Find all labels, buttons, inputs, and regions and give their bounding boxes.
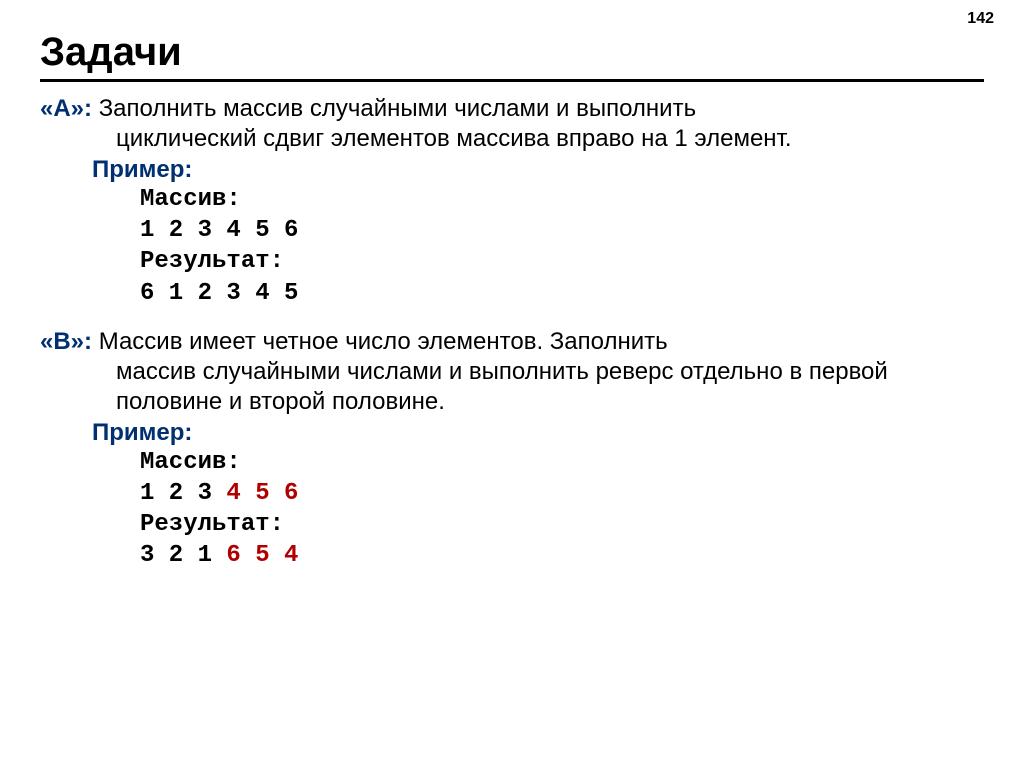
task-b-example-label: Пример: (40, 419, 984, 447)
page-title: Задачи (40, 30, 984, 82)
task-b-description: «B»: Массив имеет четное число элементов… (40, 327, 984, 417)
task-b: «B»: Массив имеет четное число элементов… (40, 327, 984, 572)
task-a-label: «A»: (40, 95, 99, 122)
task-b-label: «B»: (40, 328, 99, 355)
task-a: «A»: Заполнить массив случайными числами… (40, 94, 984, 309)
task-b-array-label: Массив: (140, 449, 241, 476)
task-b-array-second: 4 5 6 (226, 480, 298, 507)
task-a-desc-line1: Заполнить массив случайными числами и вы… (99, 95, 696, 122)
task-a-result-label: Результат: (140, 248, 284, 275)
task-a-description: «A»: Заполнить массив случайными числами… (40, 94, 984, 154)
task-a-code: Массив: 1 2 3 4 5 6 Результат: 6 1 2 3 4… (40, 184, 984, 309)
task-b-code: Массив: 1 2 3 4 5 6 Результат: 3 2 1 6 5… (40, 447, 984, 572)
task-b-desc-line2: массив случайными числами и выполнить ре… (40, 357, 984, 417)
task-b-result-second: 6 5 4 (226, 542, 298, 569)
task-a-example-label: Пример: (40, 156, 984, 184)
task-a-array-values: 1 2 3 4 5 6 (140, 217, 298, 244)
task-b-result-first: 3 2 1 (140, 542, 226, 569)
task-a-result-values: 6 1 2 3 4 5 (140, 280, 298, 307)
task-b-desc-line1: Массив имеет четное число элементов. Зап… (99, 328, 668, 355)
page-number: 142 (967, 10, 994, 28)
task-a-desc-line2: циклический сдвиг элементов массива впра… (40, 124, 984, 154)
task-a-array-label: Массив: (140, 186, 241, 213)
task-b-array-first: 1 2 3 (140, 480, 226, 507)
task-b-result-label: Результат: (140, 511, 284, 538)
